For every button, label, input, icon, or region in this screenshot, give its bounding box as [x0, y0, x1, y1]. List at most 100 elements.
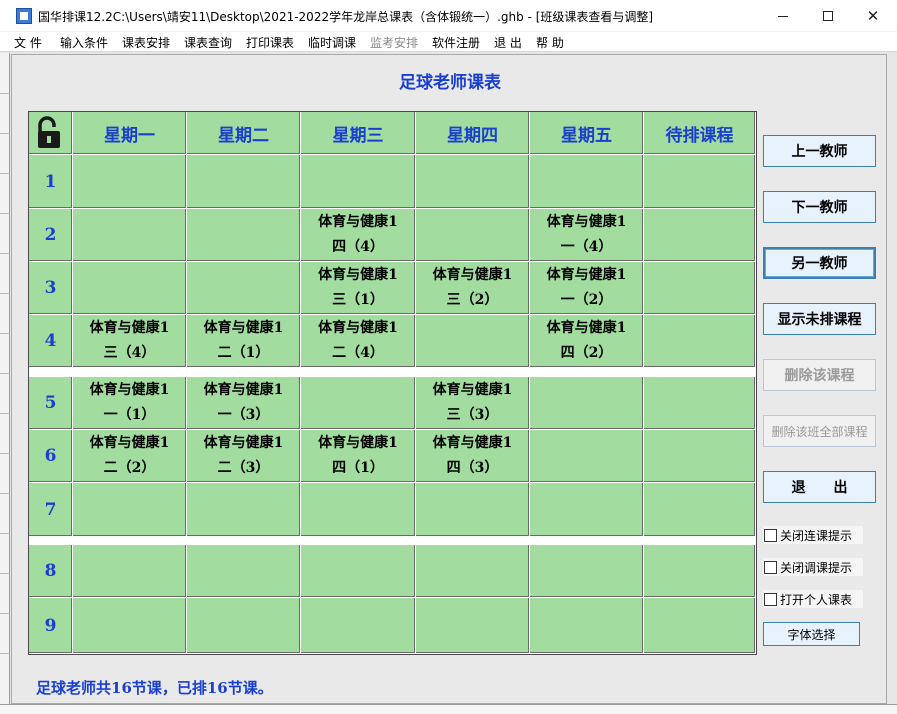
- timetable-cell[interactable]: [644, 377, 756, 430]
- period-number: 3: [29, 262, 73, 315]
- timetable-cell[interactable]: [73, 545, 187, 598]
- prev-teacher-button[interactable]: 上一教师: [763, 135, 876, 167]
- timetable-cell[interactable]: [187, 262, 301, 315]
- menu-print[interactable]: 打印课表: [246, 34, 294, 51]
- timetable-cell[interactable]: [301, 155, 416, 209]
- timetable-cell[interactable]: [644, 430, 756, 483]
- timetable-cell[interactable]: 体育与健康1 三（3）: [416, 377, 530, 430]
- course-name: 体育与健康1: [318, 214, 398, 230]
- timetable-cell[interactable]: [73, 155, 187, 209]
- class-name: 二（1）: [217, 345, 270, 361]
- timetable-cell[interactable]: [416, 598, 530, 654]
- timetable-cell[interactable]: [530, 430, 644, 483]
- timetable-cell[interactable]: [416, 315, 530, 368]
- day-header: 星期五: [530, 112, 644, 155]
- window-title: 国华排课12.2C:\Users\靖安11\Desktop\2021-2022学…: [38, 10, 654, 24]
- timetable-cell[interactable]: 体育与健康1 二（3）: [187, 430, 301, 483]
- timetable-cell[interactable]: 体育与健康1 三（2）: [416, 262, 530, 315]
- timetable-cell[interactable]: 体育与健康1 三（1）: [301, 262, 416, 315]
- day-header: 星期一: [73, 112, 187, 155]
- timetable-cell[interactable]: 体育与健康1 一（2）: [530, 262, 644, 315]
- timetable-cell[interactable]: 体育与健康1 四（4）: [301, 209, 416, 262]
- course-name: 体育与健康1: [546, 267, 627, 283]
- timetable-cell[interactable]: [530, 155, 644, 209]
- delete-course-button[interactable]: 删除该课程: [763, 359, 876, 391]
- timetable-cell[interactable]: [644, 262, 756, 315]
- timetable-cell[interactable]: 体育与健康1 二（1）: [187, 315, 301, 368]
- timetable-cell[interactable]: [644, 155, 756, 209]
- timetable-cell[interactable]: [530, 483, 644, 537]
- menu-help[interactable]: 帮 助: [536, 34, 564, 51]
- class-name: 四（3）: [446, 460, 499, 476]
- menu-temp-adjust[interactable]: 临时调课: [308, 34, 356, 51]
- close-adjust-checkbox[interactable]: [764, 560, 777, 574]
- menu-file[interactable]: 文 件: [14, 34, 42, 51]
- course-name: 体育与健康1: [318, 435, 398, 451]
- timetable-cell[interactable]: [530, 545, 644, 598]
- timetable-cell[interactable]: [644, 598, 756, 654]
- other-teacher-button[interactable]: 另一教师: [763, 247, 876, 279]
- open-personal-checkbox[interactable]: [764, 592, 777, 606]
- menu-input-conditions[interactable]: 输入条件: [60, 34, 108, 51]
- menu-exam-proctor[interactable]: 监考安排: [370, 34, 418, 51]
- timetable-grid: 星期一 星期二 星期三 星期四 星期五 待排课程 1 2 体育与健康1 四（4） 体育与健康1 一（4…: [28, 111, 757, 655]
- timetable-cell[interactable]: [187, 155, 301, 209]
- timetable-cell[interactable]: [73, 209, 187, 262]
- timetable-cell[interactable]: [644, 315, 756, 368]
- timetable-cell[interactable]: [301, 545, 416, 598]
- close-button[interactable]: ✕: [850, 0, 896, 32]
- timetable-cell[interactable]: 体育与健康1 四（3）: [416, 430, 530, 483]
- course-name: 体育与健康1: [318, 267, 398, 283]
- timetable-cell[interactable]: [73, 483, 187, 537]
- delete-all-class-courses-button[interactable]: 删除该班全部课程: [763, 415, 876, 447]
- timetable-cell[interactable]: 体育与健康1 三（4）: [73, 315, 187, 368]
- course-name: 体育与健康1: [203, 382, 284, 398]
- menu-schedule[interactable]: 课表安排: [122, 34, 170, 51]
- timetable-cell[interactable]: 体育与健康1 一（4）: [530, 209, 644, 262]
- timetable-cell[interactable]: [644, 483, 756, 537]
- course-name: 体育与健康1: [203, 435, 284, 451]
- menu-query[interactable]: 课表查询: [184, 34, 232, 51]
- open-personal-checkbox-row[interactable]: 打开个人课表: [763, 590, 863, 608]
- timetable-cell[interactable]: [530, 598, 644, 654]
- timetable-cell[interactable]: [301, 483, 416, 537]
- maximize-button[interactable]: [805, 0, 851, 32]
- font-select-button[interactable]: 字体选择: [763, 622, 860, 646]
- timetable-cell[interactable]: [416, 483, 530, 537]
- next-teacher-button[interactable]: 下一教师: [763, 191, 876, 223]
- timetable-cell[interactable]: [644, 545, 756, 598]
- timetable-cell[interactable]: 体育与健康1 四（2）: [530, 315, 644, 368]
- timetable-cell[interactable]: [530, 377, 644, 430]
- minimize-button[interactable]: [760, 0, 806, 32]
- timetable-cell[interactable]: [73, 262, 187, 315]
- timetable-cell[interactable]: [301, 598, 416, 654]
- close-consecutive-checkbox[interactable]: [764, 528, 777, 542]
- timetable-cell[interactable]: 体育与健康1 二（4）: [301, 315, 416, 368]
- lock-corner-cell[interactable]: [29, 112, 73, 155]
- menu-register[interactable]: 软件注册: [432, 34, 480, 51]
- timetable-cell[interactable]: 体育与健康1 一（3）: [187, 377, 301, 430]
- timetable-cell[interactable]: [187, 209, 301, 262]
- timetable-cell[interactable]: [73, 598, 187, 654]
- timetable-cell[interactable]: [416, 545, 530, 598]
- timetable-cell[interactable]: [187, 545, 301, 598]
- timetable-cell[interactable]: [301, 377, 416, 430]
- close-adjust-checkbox-row[interactable]: 关闭调课提示: [763, 558, 863, 576]
- timetable-cell[interactable]: 体育与健康1 四（1）: [301, 430, 416, 483]
- menu-exit[interactable]: 退 出: [494, 34, 522, 51]
- close-consecutive-checkbox-row[interactable]: 关闭连课提示: [763, 526, 863, 544]
- class-name: 四（2）: [560, 345, 613, 361]
- timetable-cell[interactable]: [416, 209, 530, 262]
- timetable-cell[interactable]: 体育与健康1 一（1）: [73, 377, 187, 430]
- show-unscheduled-button[interactable]: 显示未排课程: [763, 303, 876, 335]
- timetable-cell[interactable]: [187, 598, 301, 654]
- timetable-cell[interactable]: [416, 155, 530, 209]
- exit-button[interactable]: 退 出: [763, 471, 876, 503]
- timetable-cell[interactable]: [644, 209, 756, 262]
- unlocked-padlock-icon[interactable]: [35, 116, 65, 150]
- teacher-timetable-form: 足球老师课表 星期一 星期二 星期三 星期四 星期五 待排课程 1 2 体育与健康1 四（4） 体育…: [11, 54, 887, 704]
- timetable-cell[interactable]: 体育与健康1 二（2）: [73, 430, 187, 483]
- timetable-cell[interactable]: [187, 483, 301, 537]
- period-number: 6: [29, 430, 73, 483]
- class-name: 二（3）: [217, 460, 270, 476]
